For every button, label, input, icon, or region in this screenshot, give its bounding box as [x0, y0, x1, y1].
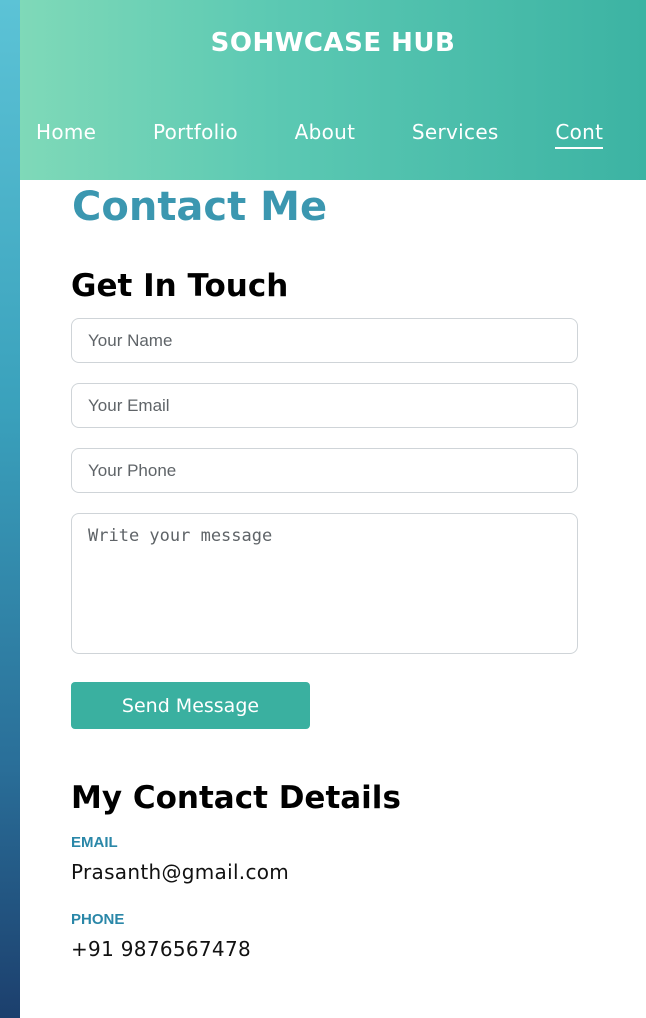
- name-input[interactable]: [71, 318, 578, 363]
- message-textarea[interactable]: [71, 513, 578, 654]
- send-message-button[interactable]: Send Message: [71, 682, 310, 729]
- nav-item-portfolio[interactable]: Portfolio: [153, 120, 238, 144]
- phone-input[interactable]: [71, 448, 578, 493]
- nav-item-contact[interactable]: Cont: [555, 120, 604, 149]
- nav-item-about[interactable]: About: [295, 120, 356, 144]
- details-title: My Contact Details: [71, 780, 401, 816]
- email-value: Prasanth@gmail.com: [71, 860, 290, 884]
- page-title: Contact Me: [72, 184, 328, 230]
- site-header: SOHWCASE HUB Home Portfolio About Servic…: [20, 0, 646, 180]
- form-title: Get In Touch: [71, 268, 289, 304]
- nav-item-home[interactable]: Home: [36, 120, 96, 144]
- brand-title: SOHWCASE HUB: [210, 28, 456, 58]
- email-label: EMAIL: [71, 834, 118, 851]
- email-input[interactable]: [71, 383, 578, 428]
- phone-label: PHONE: [71, 911, 125, 928]
- nav-item-services[interactable]: Services: [412, 120, 499, 144]
- main-nav: Home Portfolio About Services Cont: [36, 120, 646, 149]
- contact-page: Contact Me Get In Touch Send Message My …: [20, 180, 646, 1018]
- left-gradient-rail: [0, 0, 20, 1018]
- phone-value: +91 9876567478: [71, 937, 252, 961]
